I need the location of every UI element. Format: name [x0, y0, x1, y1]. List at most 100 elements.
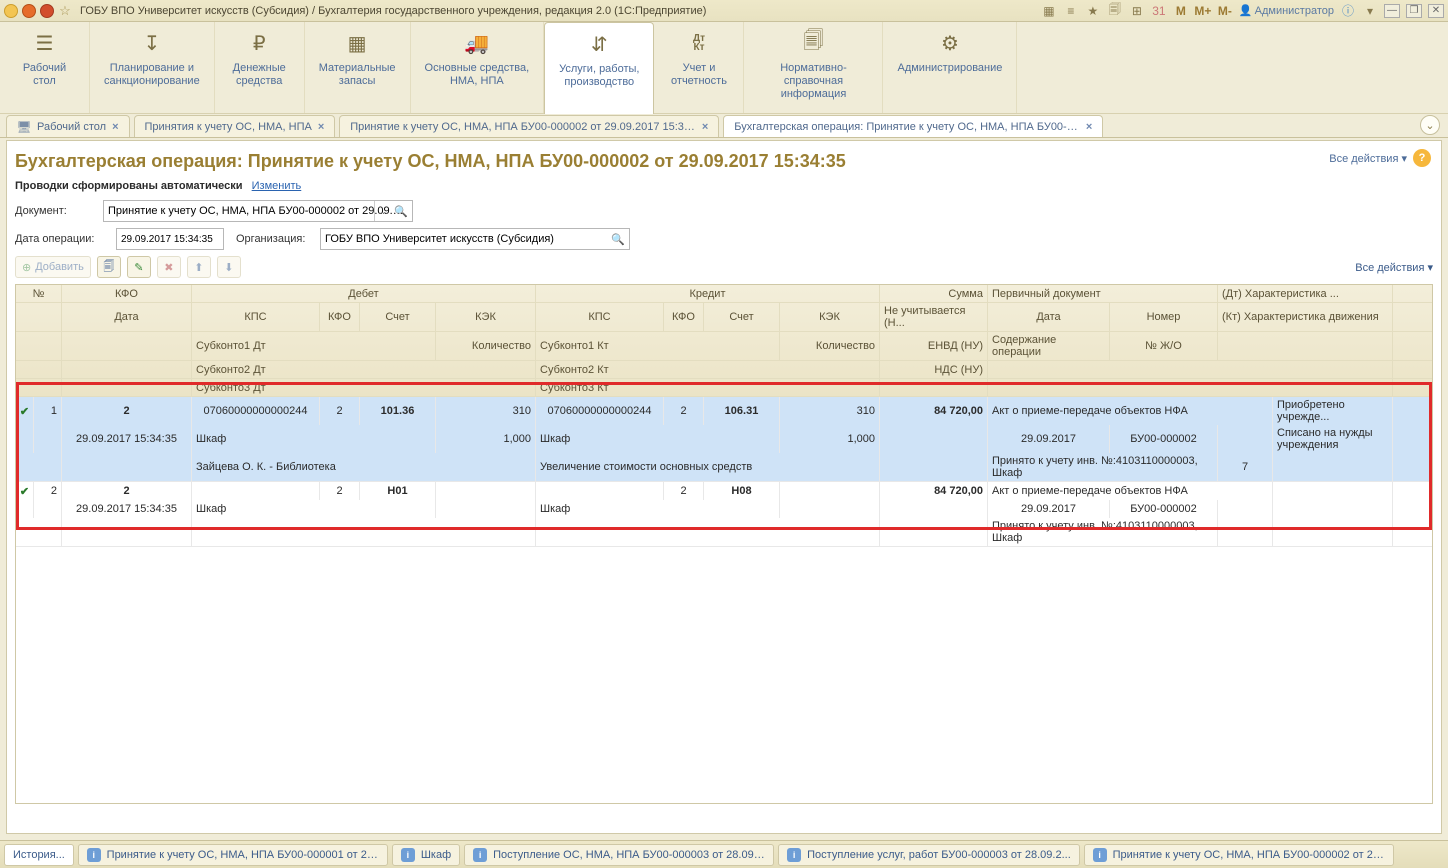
toolbar-icon-1[interactable]: ▦ [1041, 3, 1057, 19]
grid-all-actions[interactable]: Все действия ▾ [1355, 261, 1433, 274]
toolbar-icon-2[interactable]: ≡ [1063, 3, 1079, 19]
copy-button[interactable]: 🗐 [97, 256, 121, 278]
col-sub2k[interactable]: Субконто2 Кт [536, 361, 880, 378]
minimize-icon[interactable]: — [1384, 4, 1400, 18]
col-notcount[interactable]: Не учитывается (Н... [880, 303, 988, 331]
section-item[interactable]: 🚚Основные средства,НМА, НПА [411, 22, 545, 113]
col-nds[interactable]: НДС (НУ) [880, 361, 988, 378]
move-down-button[interactable]: ⬇ [217, 256, 241, 278]
col-kek-k[interactable]: КЭК [780, 303, 880, 331]
col-kps-k[interactable]: КПС [536, 303, 664, 331]
all-actions-link[interactable]: Все действия ▾ [1329, 152, 1407, 165]
tab[interactable]: Бухгалтерская операция: Принятие к учету… [723, 115, 1103, 137]
section-item[interactable]: ☰Рабочийстол [0, 22, 90, 113]
delete-button[interactable]: ✖ [157, 256, 181, 278]
tab-close-icon[interactable]: × [112, 121, 118, 133]
col-content[interactable]: Содержание операции [988, 332, 1110, 360]
col-envd[interactable]: ЕНВД (НУ) [880, 332, 988, 360]
document-input[interactable]: Принятие к учету ОС, НМА, НПА БУ00-00000… [103, 200, 413, 222]
section-item[interactable]: ⇵Услуги, работы,производство [544, 22, 654, 114]
col-qty-k[interactable]: Количество [780, 332, 880, 360]
toolbar-icon-3[interactable]: ★ [1085, 3, 1101, 19]
col-date[interactable]: Дата [62, 303, 192, 331]
tab-close-icon[interactable]: × [1086, 121, 1092, 133]
m-icon[interactable]: M [1173, 3, 1189, 19]
add-button[interactable]: ⊕ Добавить [15, 256, 91, 278]
close-icon[interactable]: ✕ [1428, 4, 1444, 18]
edit-button[interactable]: ✎ [127, 256, 151, 278]
search-icon[interactable]: 🔍 [609, 229, 627, 249]
tab[interactable]: Принятия к учету ОС, НМА, НПА× [134, 115, 336, 137]
col-kfo[interactable]: КФО [62, 285, 192, 302]
col-kfo-k[interactable]: КФО [664, 303, 704, 331]
taskbar-item[interactable]: iПоступление услуг, работ БУ00-000003 от… [778, 844, 1080, 866]
col-n[interactable]: № [16, 285, 62, 302]
cell [34, 500, 62, 518]
toolbar-icon-4[interactable]: 🗐 [1107, 3, 1123, 19]
cell: 07060000000000244 [536, 397, 664, 425]
taskbar-item[interactable]: iШкаф [392, 844, 460, 866]
col-dtchar[interactable]: (Дт) Характеристика ... [1218, 285, 1393, 302]
m-minus-icon[interactable]: M- [1217, 3, 1233, 19]
calculator-icon[interactable]: ⊞ [1129, 3, 1145, 19]
section-item[interactable]: ↧Планирование исанкционирование [90, 22, 215, 113]
col-sub1d[interactable]: Субконто1 Дт [192, 332, 436, 360]
col-sum[interactable]: Сумма [880, 285, 988, 302]
taskbar-item[interactable]: iПринятие к учету ОС, НМА, НПА БУ00-0000… [1084, 844, 1394, 866]
col-kfo-d[interactable]: КФО [320, 303, 360, 331]
cell: 29.09.2017 15:34:35 [62, 425, 192, 453]
tab-close-icon[interactable]: × [318, 121, 324, 133]
calendar-icon[interactable]: 31 [1151, 3, 1167, 19]
section-item[interactable]: ДтКтУчет иотчетность [654, 22, 744, 113]
win-control-1[interactable] [4, 4, 18, 18]
col-ktchar[interactable]: (Кт) Характеристика движения [1218, 303, 1393, 331]
help-icon[interactable]: ? [1413, 149, 1431, 167]
col-acct-d[interactable]: Счет [360, 303, 436, 331]
info-icon[interactable]: ⓘ [1340, 3, 1356, 19]
table-row[interactable]: ✔222Н012Н0884 720,00Акт о приеме-передач… [16, 482, 1432, 547]
org-input[interactable]: ГОБУ ВПО Университет искусств (Субсидия)… [320, 228, 630, 250]
tab[interactable]: Принятие к учету ОС, НМА, НПА БУ00-00000… [339, 115, 719, 137]
taskbar-item[interactable]: iПоступление ОС, НМА, НПА БУ00-000003 от… [464, 844, 774, 866]
table-row[interactable]: ✔12070600000000002442101.363100706000000… [16, 397, 1432, 482]
section-label: Денежныесредства [233, 62, 286, 88]
win-control-2[interactable] [22, 4, 36, 18]
move-up-button[interactable]: ⬆ [187, 256, 211, 278]
dropdown-icon[interactable]: ▾ [1362, 3, 1378, 19]
col-acct-k[interactable]: Счет [704, 303, 780, 331]
maximize-icon[interactable]: ❐ [1406, 4, 1422, 18]
col-pnum[interactable]: Номер [1110, 303, 1218, 331]
expand-panel-icon[interactable]: ⌄ [1420, 115, 1440, 135]
date-input[interactable]: 29.09.2017 15:34:35 [116, 228, 224, 250]
col-sub3k[interactable]: Субконто3 Кт [536, 379, 880, 396]
col-credit[interactable]: Кредит [536, 285, 880, 302]
ellipsis-icon[interactable]: … [374, 201, 392, 221]
section-item[interactable]: ▦Материальныезапасы [305, 22, 411, 113]
col-pdate[interactable]: Дата [988, 303, 1110, 331]
tab-close-icon[interactable]: × [702, 121, 708, 133]
col-debit[interactable]: Дебет [192, 285, 536, 302]
search-icon[interactable]: 🔍 [392, 201, 410, 221]
favorite-icon[interactable]: ☆ [58, 4, 72, 18]
win-control-3[interactable] [40, 4, 54, 18]
history-button[interactable]: История... [4, 844, 74, 866]
user-label[interactable]: 👤 Администратор [1239, 4, 1334, 17]
tab[interactable]: 🖥Рабочий стол× [6, 115, 130, 137]
col-sub2d[interactable]: Субконто2 Дт [192, 361, 536, 378]
section-item[interactable]: ₽Денежныесредства [215, 22, 305, 113]
col-kps-d[interactable]: КПС [192, 303, 320, 331]
m-plus-icon[interactable]: M+ [1195, 3, 1211, 19]
section-item[interactable]: 🗐Нормативно-справочнаяинформация [744, 22, 883, 113]
change-link[interactable]: Изменить [252, 180, 302, 192]
col-sub3d[interactable]: Субконто3 Дт [192, 379, 536, 396]
section-item[interactable]: ⚙Администрирование [883, 22, 1017, 113]
col-kek-d[interactable]: КЭК [436, 303, 536, 331]
col-sub1k[interactable]: Субконто1 Кт [536, 332, 780, 360]
cell: 2 [62, 482, 192, 500]
cell: Списано на нужды учреждения [1273, 425, 1393, 453]
col-jou[interactable]: № Ж/О [1110, 332, 1218, 360]
taskbar-item[interactable]: iПринятие к учету ОС, НМА, НПА БУ00-0000… [78, 844, 388, 866]
grid-toolbar: ⊕ Добавить 🗐 ✎ ✖ ⬆ ⬇ Все действия ▾ [15, 256, 1433, 278]
col-qty-d[interactable]: Количество [436, 332, 536, 360]
col-pdoc[interactable]: Первичный документ [988, 285, 1218, 302]
